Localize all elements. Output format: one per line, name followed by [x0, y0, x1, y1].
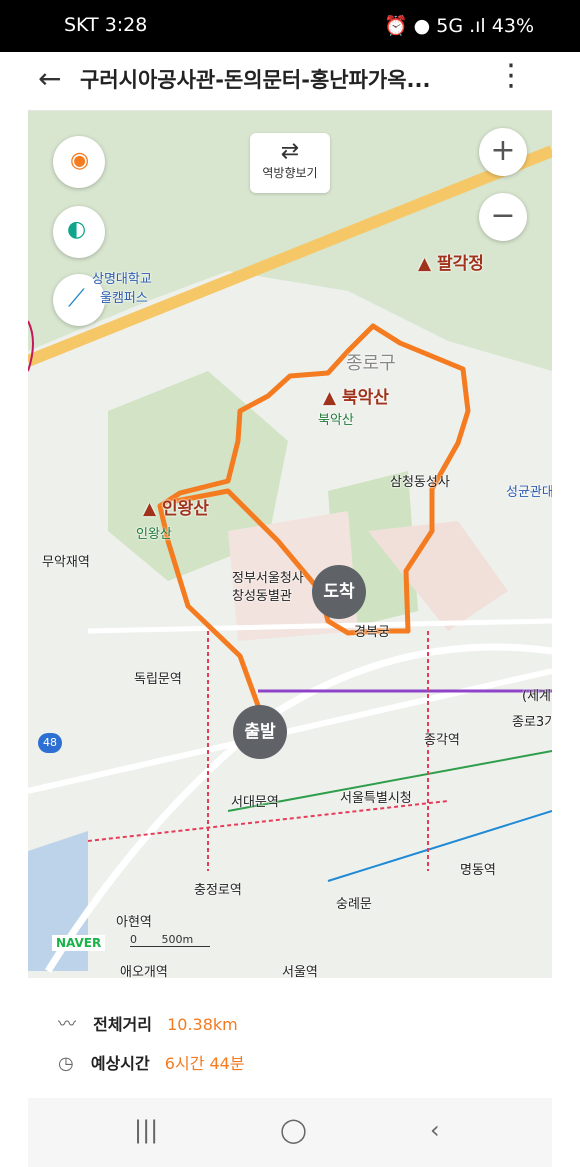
swap-arrows-icon: ⇄ — [280, 139, 300, 164]
zoom-out-button[interactable]: − — [479, 193, 527, 241]
route-summary: 〰 전체거리 10.38km ◷ 예상시간 6시간 44분 — [28, 978, 552, 1098]
route-title: 구러시아공사관-돈의문터-홍난파가옥... — [80, 68, 431, 92]
zoom-in-button[interactable]: + — [479, 128, 527, 176]
map-label: 경복궁 — [354, 625, 390, 640]
location-pin-icon: ◉ — [70, 148, 90, 173]
more-menu-icon[interactable]: ⋮ — [496, 58, 526, 93]
time-value: 6시간 44분 — [164, 1054, 245, 1073]
status-time: SKT 3:28 — [64, 14, 148, 36]
end-pin[interactable]: 도착 — [312, 565, 366, 619]
app-bar: ← 구러시아공사관-돈의문터-홍난파가옥... ⋮ — [28, 52, 552, 111]
speedometer-icon: ◐ — [67, 217, 87, 242]
location-button[interactable]: ◉ — [53, 136, 105, 188]
reverse-direction-button[interactable]: ⇄ 역방향보기 — [250, 133, 330, 193]
time-row: ◷ 예상시간 6시간 44분 — [58, 1050, 245, 1074]
time-label: 예상시간 — [90, 1054, 150, 1073]
elevation-icon: ⟋ — [68, 284, 85, 312]
home-icon[interactable]: ◯ — [280, 1116, 307, 1144]
map-canvas — [28, 111, 552, 978]
mountain-label-inwangsan: ▲ 인왕산 — [143, 499, 209, 519]
map-label: 독립문역 — [134, 672, 182, 687]
map-label: 창성동별관 — [232, 589, 292, 604]
map-label: 숭례문 — [336, 897, 372, 912]
start-pin[interactable]: 출발 — [233, 705, 287, 759]
map-label: 성균관대 — [506, 485, 552, 500]
map-label: 정부서울청사 — [232, 571, 304, 586]
map-label: (세계 — [522, 689, 551, 704]
distance-row: 〰 전체거리 10.38km — [58, 1010, 238, 1036]
naver-logo: NAVER — [52, 935, 106, 951]
route-icon: 〰 — [58, 1014, 76, 1035]
mountain-sub-bugaksan: 북악산 — [318, 413, 354, 428]
mountain-sub-inwangsan: 인왕산 — [136, 527, 172, 542]
map-label: 충정로역 — [194, 883, 242, 898]
status-right: ⏰ ● 5G .ıl 43% — [383, 15, 534, 37]
map-label: 울캠퍼스 — [100, 291, 148, 306]
distance-label: 전체거리 — [93, 1015, 152, 1034]
map-label: 종각역 — [424, 733, 460, 748]
map-view[interactable]: ◉ ◐ ⟋ ⇄ 역방향보기 + − ▲ 팔각정 ▲ 북악산 북악산 ▲ 인왕산 … — [28, 111, 552, 978]
recents-icon[interactable]: ||| — [134, 1116, 158, 1144]
map-label: 명동역 — [460, 863, 496, 878]
road-shield-icon: 48 — [38, 733, 62, 753]
speed-button[interactable]: ◐ — [53, 206, 105, 258]
network-indicator: 5G — [436, 15, 464, 37]
system-nav-bar: ||| ◯ ‹ — [28, 1098, 552, 1167]
clock-icon: ◷ — [58, 1053, 74, 1074]
distance-value: 10.38km — [167, 1015, 238, 1034]
scale-bar: 0 500m — [130, 933, 210, 947]
mountain-label-bugaksan: ▲ 북악산 — [323, 388, 389, 408]
back-icon[interactable]: ‹ — [430, 1116, 440, 1144]
map-label: 서대문역 — [231, 795, 279, 810]
mountain-label-palgakjeong: ▲ 팔각정 — [418, 254, 484, 274]
map-label: 서울특별시청 — [340, 791, 412, 806]
battery-level: 43% — [491, 15, 534, 37]
map-label: 종로구 — [346, 353, 396, 374]
reverse-label: 역방향보기 — [262, 166, 318, 180]
status-bar: SKT 3:28 ⏰ ● 5G .ıl 43% — [0, 0, 580, 52]
map-label: 서울역 — [282, 965, 318, 978]
map-label: 아현역 — [116, 915, 152, 930]
map-label: 종로3가 — [512, 715, 552, 730]
map-label: 애오개역 — [120, 965, 168, 978]
back-arrow-icon[interactable]: ← — [38, 62, 61, 95]
map-label: 상명대학교 — [92, 272, 152, 287]
map-label: 무악재역 — [42, 555, 90, 570]
map-label: 삼청동성사 — [390, 475, 450, 490]
